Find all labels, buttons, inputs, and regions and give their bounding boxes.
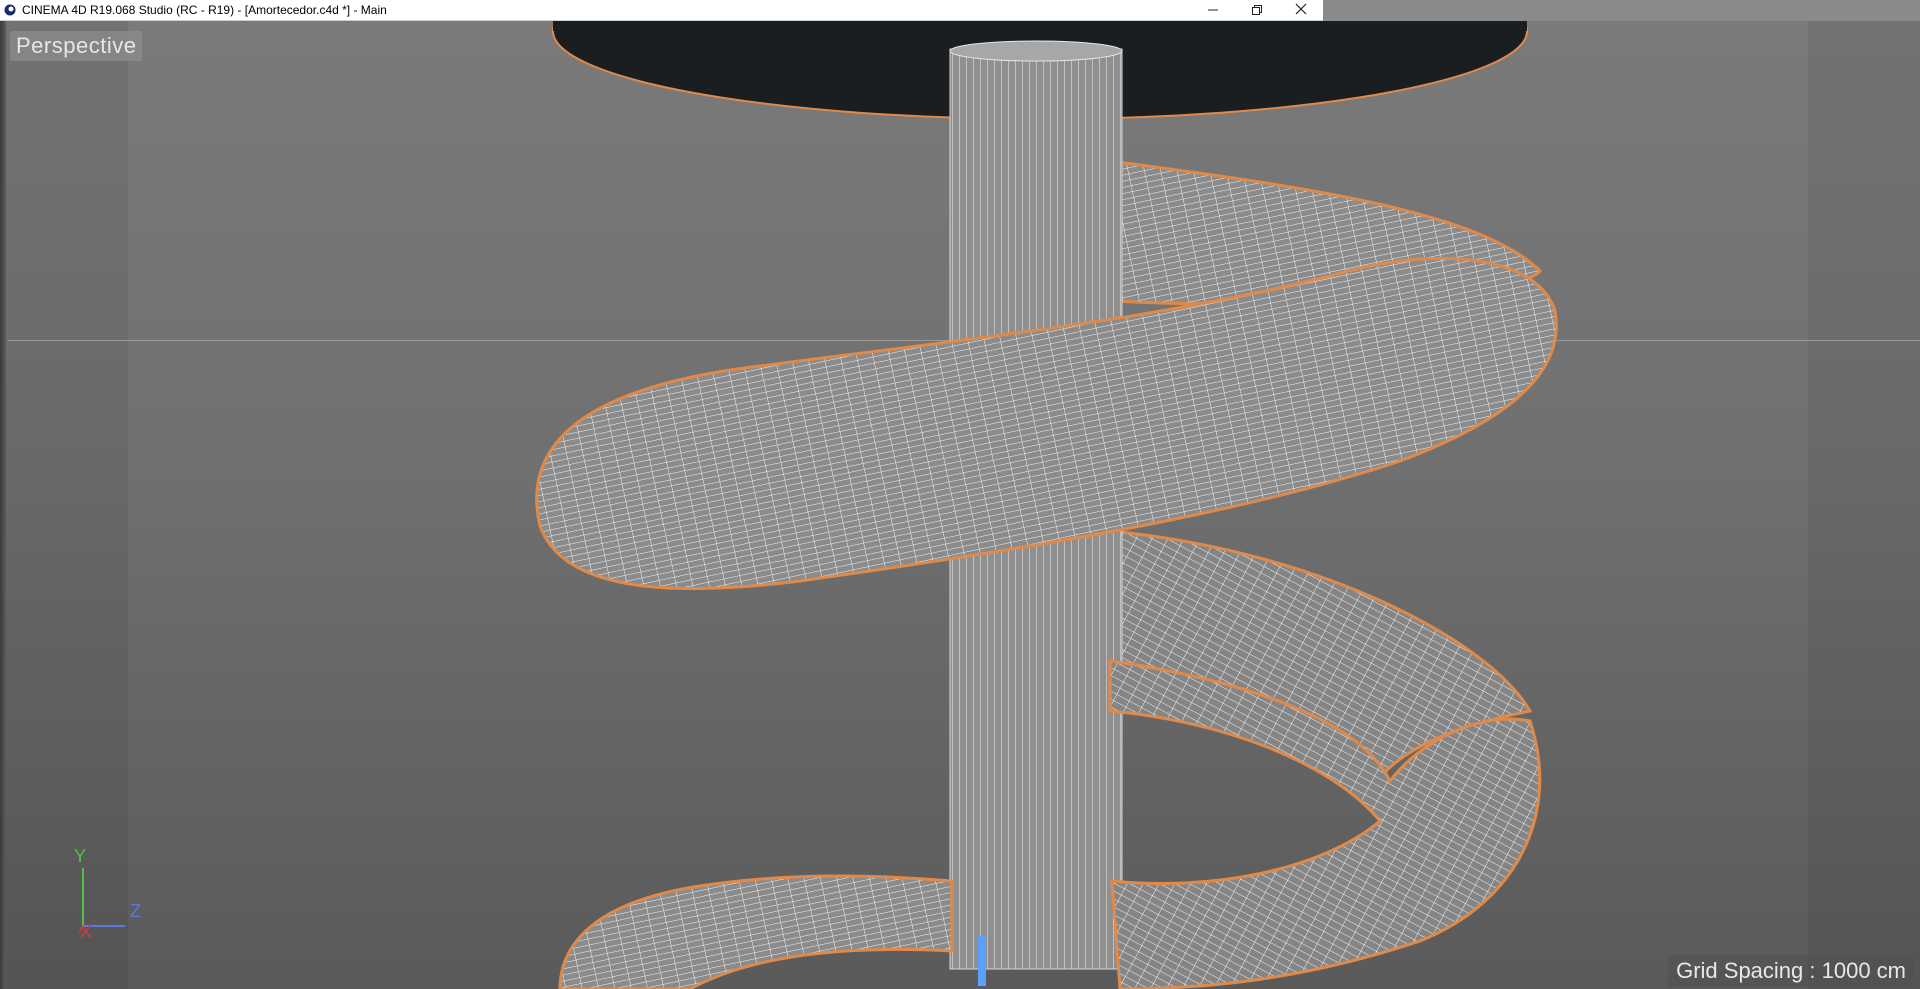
minimize-icon xyxy=(1208,2,1218,20)
scene-3d[interactable] xyxy=(0,21,1920,989)
axis-y-label: Y xyxy=(74,846,87,866)
cinema4d-window: CINEMA 4D R19.068 Studio (RC - R19) - [A… xyxy=(0,0,1920,989)
close-icon xyxy=(1295,2,1307,20)
restore-icon xyxy=(1252,2,1262,20)
axis-x-label: X xyxy=(80,922,93,942)
camera-label[interactable]: Perspective xyxy=(10,31,143,61)
object-axis-gizmo[interactable] xyxy=(978,936,986,986)
window-controls xyxy=(1191,0,1323,21)
cinema4d-logo-icon xyxy=(4,4,16,16)
close-button[interactable] xyxy=(1279,0,1323,21)
titlebar-background xyxy=(1323,0,1920,21)
minimize-button[interactable] xyxy=(1191,0,1235,21)
title-bar[interactable]: CINEMA 4D R19.068 Studio (RC - R19) - [A… xyxy=(0,0,1323,21)
perspective-viewport[interactable]: Perspective Y Z X Grid Spacing : 1000 cm xyxy=(0,21,1920,989)
window-title: CINEMA 4D R19.068 Studio (RC - R19) - [A… xyxy=(22,3,387,17)
world-axis-indicator: Y Z X xyxy=(70,846,160,942)
spring-coil-front-lower-left[interactable] xyxy=(558,874,954,989)
axis-z-label: Z xyxy=(130,901,141,921)
grid-spacing-readout: Grid Spacing : 1000 cm xyxy=(1668,955,1914,987)
restore-button[interactable] xyxy=(1235,0,1279,21)
